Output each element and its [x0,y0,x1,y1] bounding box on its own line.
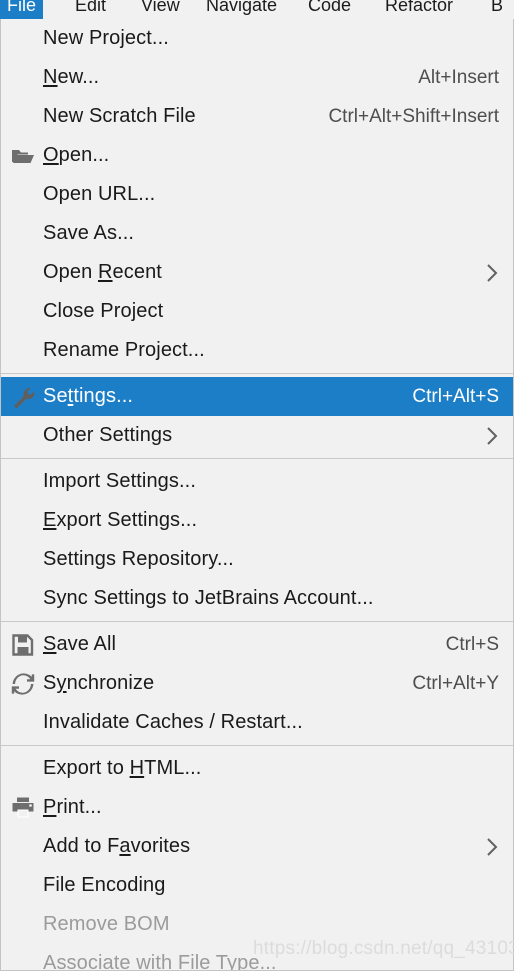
menu-item-label: Associate with File Type... [43,952,277,971]
menu-item-label: Add to Favorites [43,835,191,857]
icon-placeholder [9,756,43,782]
icon-placeholder [9,26,43,52]
icon-placeholder [9,951,43,971]
menu-item-shortcut: Alt+Insert [418,66,499,88]
icon-placeholder [9,221,43,247]
menu-item-shortcut: Ctrl+Alt+S [412,385,499,407]
menu-item-print[interactable]: Print... [1,788,513,827]
menu-item-associate-file-type: Associate with File Type... [1,944,513,971]
icon-placeholder [9,834,43,860]
menu-item-invalidate-caches[interactable]: Invalidate Caches / Restart... [1,703,513,742]
sync-icon [9,671,43,697]
menu-item-label: Open Recent [43,261,162,283]
menu-item-save-as[interactable]: Save As... [1,214,513,253]
menu-separator [1,621,513,622]
menu-item-label: New... [43,66,100,88]
menu-item-other-settings[interactable]: Other Settings [1,416,513,455]
menu-item-new[interactable]: New... Alt+Insert [1,58,513,97]
menubar-item-code[interactable]: Code [301,0,358,19]
menu-item-open-url[interactable]: Open URL... [1,175,513,214]
menu-item-label: Sync Settings to JetBrains Account... [43,587,374,609]
icon-placeholder [9,912,43,938]
icon-placeholder [9,182,43,208]
menu-item-remove-bom: Remove BOM [1,905,513,944]
icon-placeholder [9,260,43,286]
menu-item-label: Settings... [43,385,134,407]
menu-separator [1,458,513,459]
menu-bar: File Edit View Navigate Code Refactor B [0,0,514,20]
menu-item-export-to-html[interactable]: Export to HTML... [1,749,513,788]
menu-item-label: Print... [43,796,102,818]
icon-placeholder [9,299,43,325]
menubar-item-edit[interactable]: Edit [68,0,113,19]
menubar-item-b[interactable]: B [484,0,510,19]
icon-placeholder [9,508,43,534]
icon-placeholder [9,65,43,91]
printer-icon [9,795,43,821]
menu-item-sync-settings[interactable]: Sync Settings to JetBrains Account... [1,579,513,618]
chevron-right-icon [485,836,501,858]
menu-item-label: Open URL... [43,183,156,205]
menu-item-label: Import Settings... [43,470,196,492]
file-menu-popup: New Project... New... Alt+Insert New Scratc… [0,19,514,971]
menu-item-label: Export Settings... [43,509,198,531]
menu-item-label: Save As... [43,222,135,244]
menu-item-label: Remove BOM [43,913,170,935]
menu-item-label: Settings Repository... [43,548,234,570]
icon-placeholder [9,710,43,736]
menu-item-label: Synchronize [43,672,155,694]
icon-placeholder [9,586,43,612]
menu-item-rename-project[interactable]: Rename Project... [1,331,513,370]
menu-item-settings[interactable]: Settings... Ctrl+Alt+S [1,377,513,416]
menu-item-new-scratch-file[interactable]: New Scratch File Ctrl+Alt+Shift+Insert [1,97,513,136]
icon-placeholder [9,469,43,495]
icon-placeholder [9,873,43,899]
icon-placeholder [9,423,43,449]
menu-item-synchronize[interactable]: Synchronize Ctrl+Alt+Y [1,664,513,703]
menu-item-new-project[interactable]: New Project... [1,19,513,58]
icon-placeholder [9,338,43,364]
menu-item-shortcut: Ctrl+Alt+Shift+Insert [328,105,499,127]
chevron-right-icon [485,425,501,447]
menu-item-shortcut: Ctrl+Alt+Y [412,672,499,694]
chevron-right-icon [485,262,501,284]
folder-icon [9,143,43,169]
menubar-item-file[interactable]: File [0,0,44,19]
icon-placeholder [9,547,43,573]
menu-item-label: Open... [43,144,110,166]
save-icon [9,632,43,658]
menu-item-label: Rename Project... [43,339,205,361]
menu-item-label: Other Settings [43,424,173,446]
menu-item-shortcut: Ctrl+S [445,633,499,655]
menubar-item-view[interactable]: View [134,0,187,19]
menu-item-label: Save All [43,633,117,655]
menu-item-label: File Encoding [43,874,166,896]
menu-item-label: New Scratch File [43,105,196,127]
menu-item-import-settings[interactable]: Import Settings... [1,462,513,501]
menu-separator [1,745,513,746]
menu-separator [1,373,513,374]
menubar-item-navigate[interactable]: Navigate [199,0,284,19]
menu-item-settings-repository[interactable]: Settings Repository... [1,540,513,579]
menu-item-file-encoding[interactable]: File Encoding [1,866,513,905]
menu-item-add-to-favorites[interactable]: Add to Favorites [1,827,513,866]
menubar-item-refactor[interactable]: Refactor [378,0,460,19]
menu-item-save-all[interactable]: Save All Ctrl+S [1,625,513,664]
menu-item-label: Close Project [43,300,164,322]
menu-item-export-settings[interactable]: Export Settings... [1,501,513,540]
menu-item-open[interactable]: Open... [1,136,513,175]
menu-item-close-project[interactable]: Close Project [1,292,513,331]
wrench-icon [9,384,43,410]
icon-placeholder [9,104,43,130]
menu-item-open-recent[interactable]: Open Recent [1,253,513,292]
menu-item-label: Invalidate Caches / Restart... [43,711,303,733]
menu-item-label: Export to HTML... [43,757,202,779]
menu-item-label: New Project... [43,27,169,49]
